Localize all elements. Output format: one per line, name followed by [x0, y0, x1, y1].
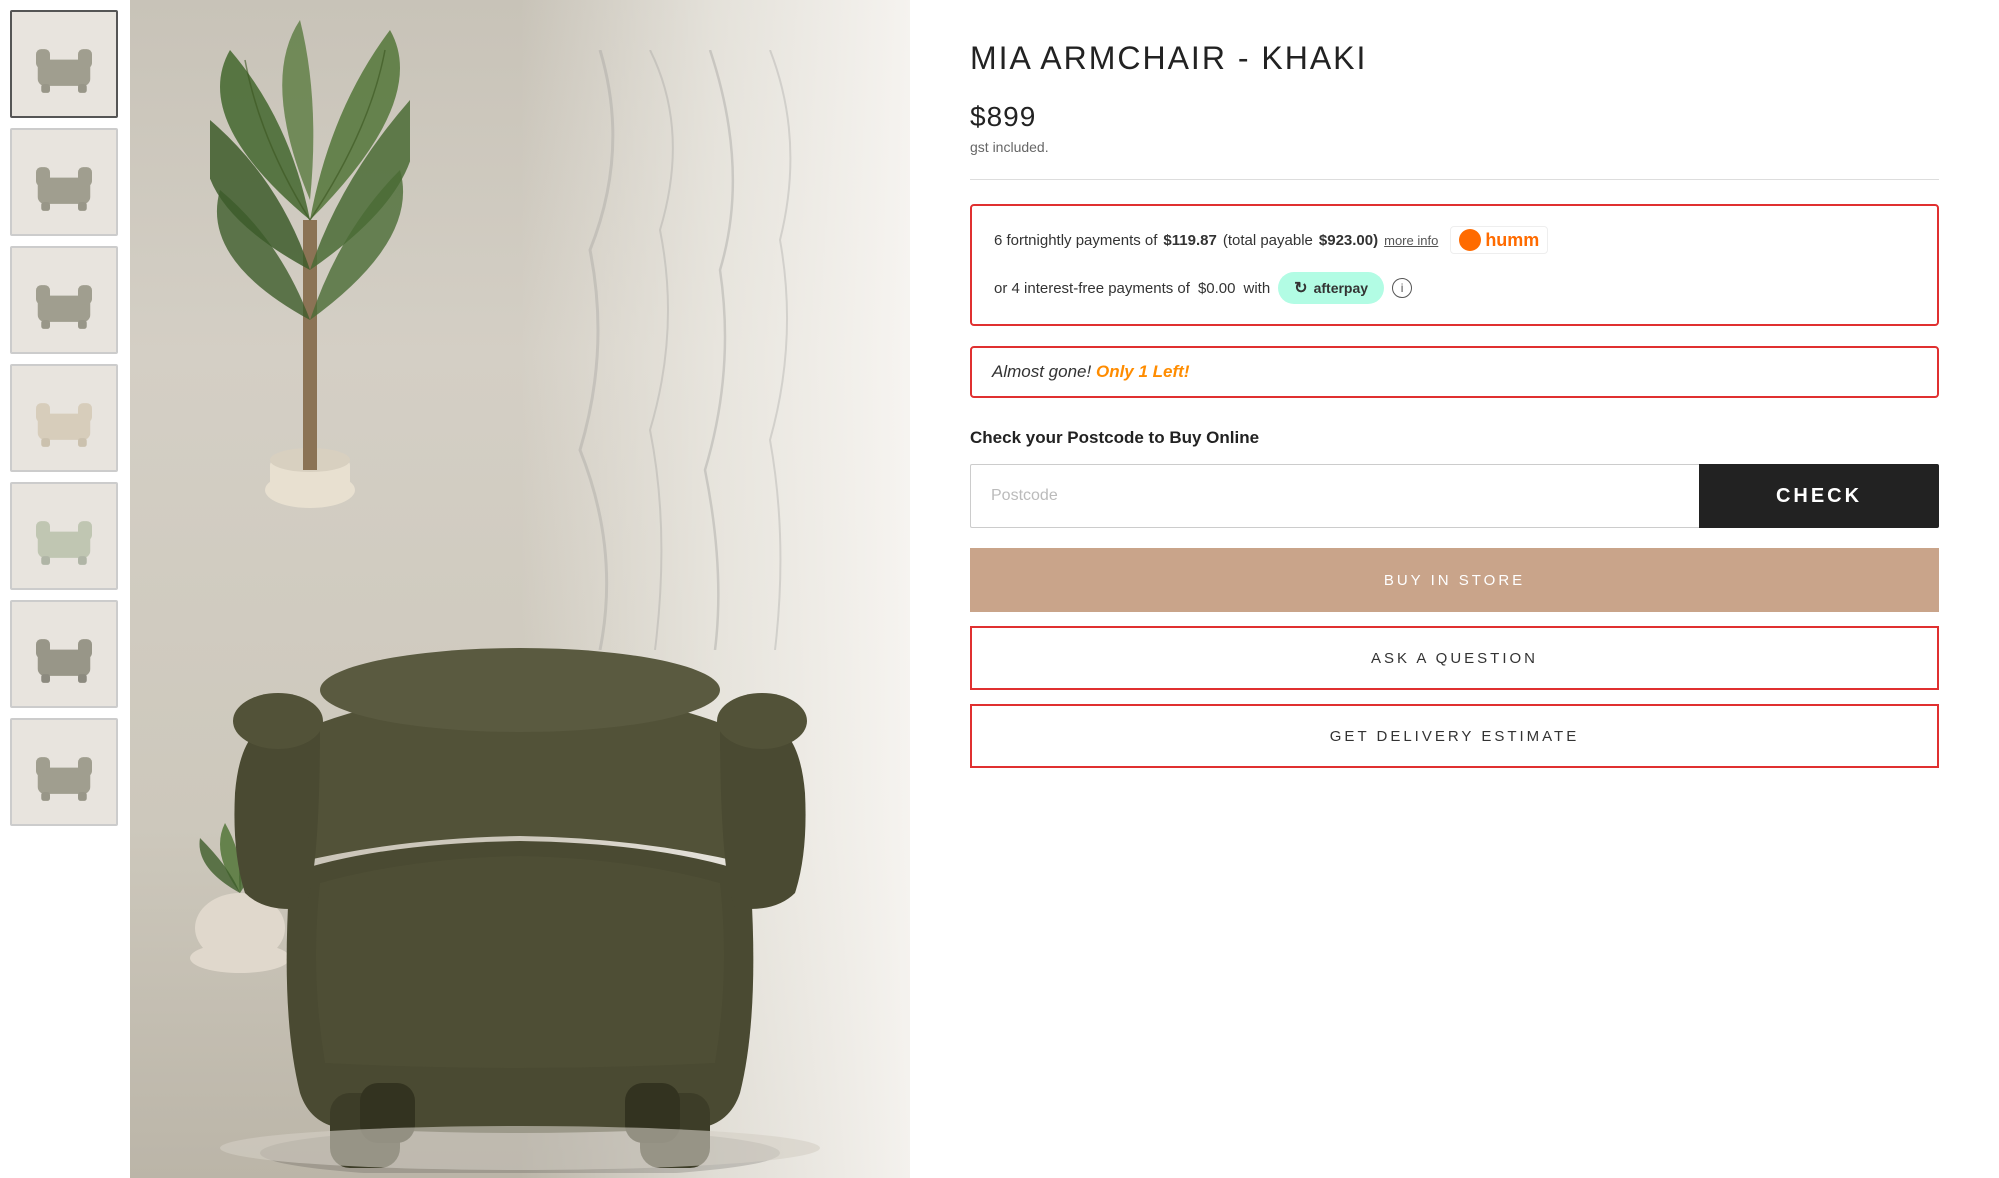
plant-decoration: [210, 20, 410, 525]
product-info-panel: MIA ARMCHAIR - KHAKI $899 gst included. …: [910, 0, 1999, 1178]
humm-total-label: (total payable: [1223, 232, 1313, 249]
stock-warning-box: Almost gone! Only 1 Left!: [970, 346, 1939, 398]
thumbnail-strip: [0, 0, 130, 1178]
afterpay-amount: $0.00: [1198, 280, 1236, 297]
afterpay-icon: ↻: [1294, 278, 1307, 298]
postcode-row: CHECK: [970, 464, 1939, 528]
thumbnail-7[interactable]: [10, 718, 118, 826]
afterpay-info-button[interactable]: i: [1392, 278, 1412, 298]
get-delivery-estimate-button[interactable]: GET DELIVERY ESTIMATE: [970, 704, 1939, 768]
almost-gone-text: Almost gone!: [992, 362, 1091, 381]
check-button[interactable]: CHECK: [1699, 464, 1939, 528]
afterpay-badge: ↻ afterpay: [1278, 272, 1384, 304]
thumbnail-3[interactable]: [10, 246, 118, 354]
afterpay-with-text: with: [1243, 280, 1270, 297]
ask-question-button[interactable]: ASK A QUESTION: [970, 626, 1939, 690]
thumbnail-5[interactable]: [10, 482, 118, 590]
product-price: $899: [970, 101, 1939, 133]
product-title: MIA ARMCHAIR - KHAKI: [970, 40, 1939, 77]
thumbnail-4[interactable]: [10, 364, 118, 472]
humm-amount: $119.87: [1163, 232, 1216, 249]
thumbnail-1[interactable]: [10, 10, 118, 118]
gst-text: gst included.: [970, 139, 1939, 155]
price-divider: [970, 179, 1939, 180]
afterpay-intro-text: or 4 interest-free payments of: [994, 280, 1190, 297]
stock-count-text: Only 1 Left!: [1096, 362, 1190, 381]
afterpay-payment-row: or 4 interest-free payments of $0.00 wit…: [994, 272, 1915, 304]
chair-main-image: [210, 593, 830, 1178]
payment-options-box: 6 fortnightly payments of $119.87 (total…: [970, 204, 1939, 326]
postcode-input[interactable]: [970, 464, 1699, 528]
thumbnail-6[interactable]: [10, 600, 118, 708]
humm-circle-icon: [1459, 229, 1481, 251]
more-info-link[interactable]: more info: [1384, 233, 1438, 248]
humm-logo: humm: [1450, 226, 1548, 254]
main-product-image: [130, 0, 910, 1178]
thumbnail-2[interactable]: [10, 128, 118, 236]
humm-payment-row: 6 fortnightly payments of $119.87 (total…: [994, 226, 1915, 254]
humm-total: $923.00): [1319, 232, 1378, 249]
postcode-section-label: Check your Postcode to Buy Online: [970, 428, 1939, 448]
buy-in-store-button[interactable]: BUY IN STORE: [970, 548, 1939, 612]
humm-installments-text: 6 fortnightly payments of: [994, 232, 1157, 249]
